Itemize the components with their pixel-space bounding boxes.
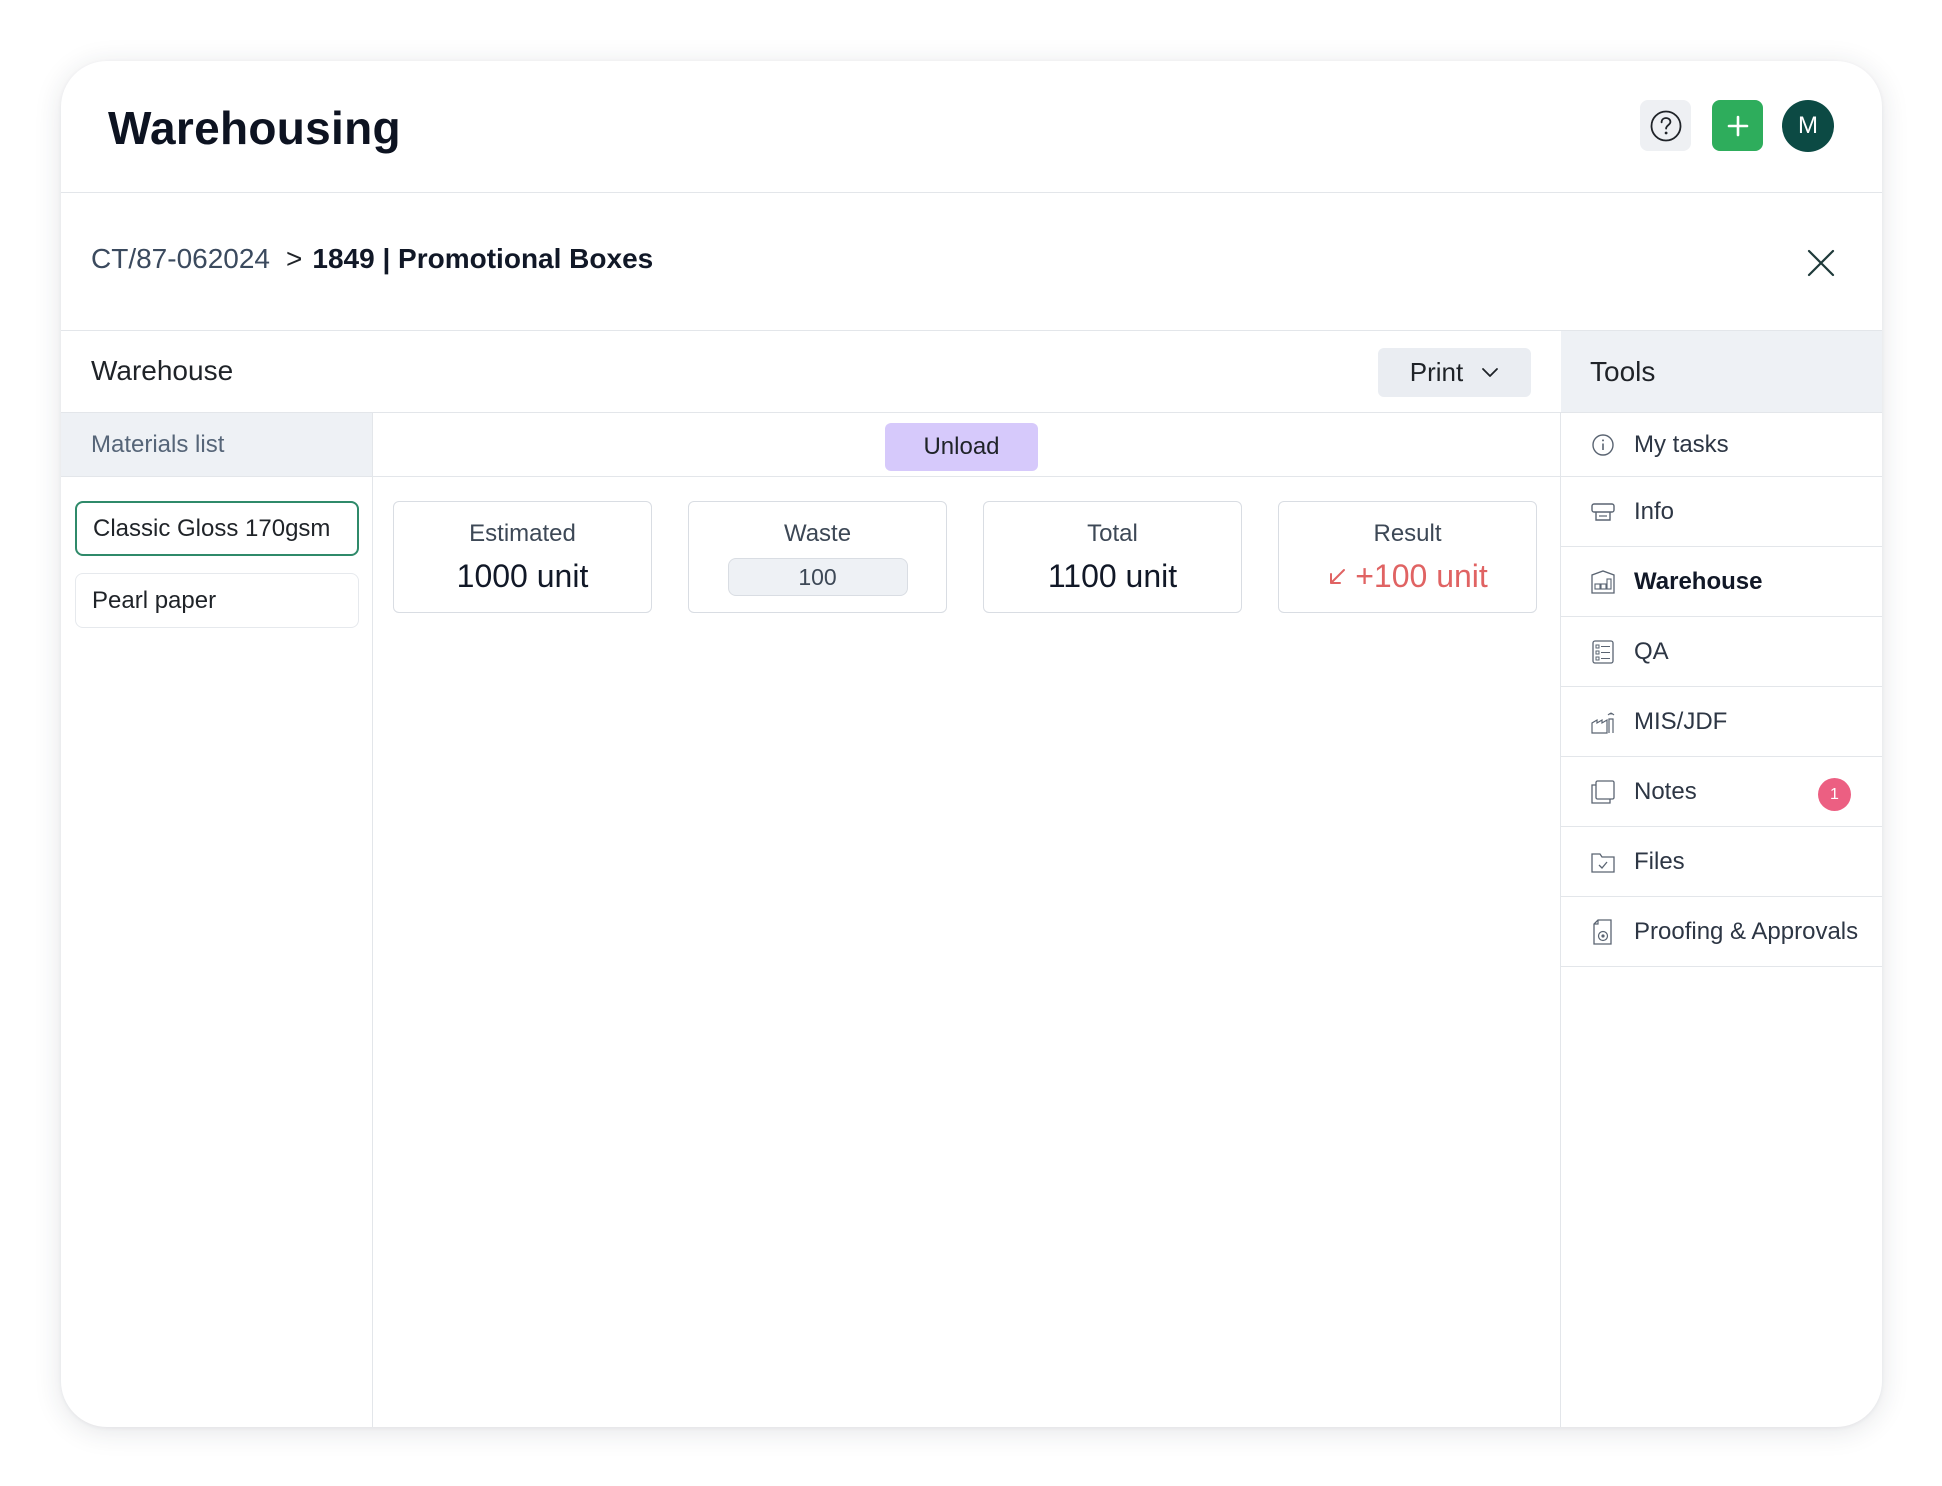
breadcrumb-row: CT/87-062024 > 1849 | Promotional Boxes (61, 193, 1882, 331)
waste-input[interactable]: 100 (727, 558, 908, 596)
tool-item-notes[interactable]: Notes 1 (1561, 757, 1882, 827)
estimated-card: Estimated 1000 unit (393, 501, 652, 613)
breadcrumb-parent-link[interactable]: CT/87-062024 (91, 243, 270, 275)
plus-icon (1727, 115, 1748, 136)
result-card: Result +100 unit (1278, 501, 1537, 613)
factory-icon (1590, 709, 1616, 735)
notes-icon (1590, 779, 1616, 805)
action-bar: Unload (373, 413, 1560, 477)
close-button[interactable] (1803, 245, 1839, 281)
tools-title: Tools (1561, 331, 1882, 413)
tool-item-my-tasks[interactable]: My tasks (1561, 413, 1882, 477)
breadcrumb-separator: > (286, 243, 303, 274)
tool-item-label: My tasks (1634, 430, 1729, 458)
notes-count-badge: 1 (1818, 778, 1851, 811)
info-icon (1590, 432, 1616, 458)
estimated-label: Estimated (469, 520, 576, 547)
tool-item-label: QA (1634, 637, 1669, 665)
print-label: Print (1409, 357, 1464, 387)
printer-icon (1590, 499, 1616, 525)
print-dropdown-button[interactable]: Print (1378, 348, 1531, 397)
waste-card: Waste 100 (688, 501, 947, 613)
result-value-row: +100 unit (1279, 558, 1536, 595)
material-item-pearl-paper[interactable]: Pearl paper (75, 573, 359, 628)
tool-item-qa[interactable]: QA (1561, 617, 1882, 687)
add-button[interactable] (1712, 100, 1763, 151)
user-avatar[interactable]: M (1782, 100, 1834, 152)
materials-list-header: Materials list (61, 413, 372, 477)
tool-item-label: MIS/JDF (1634, 707, 1728, 735)
tool-item-files[interactable]: Files (1561, 827, 1882, 897)
tool-item-warehouse[interactable]: Warehouse (1561, 547, 1882, 617)
total-value: 1100 unit (1047, 558, 1178, 594)
warehouse-panel-header: Warehouse Print (61, 331, 1561, 413)
close-icon (1807, 249, 1835, 277)
tool-item-label: Info (1634, 497, 1675, 525)
tool-item-label: Notes (1634, 777, 1697, 805)
materials-column: Materials list Classic Gloss 170gsm Pear… (61, 413, 373, 1427)
top-header: Warehousing M (61, 61, 1882, 193)
app-window: Warehousing M CT/87-062024 > 1849 | Prom… (61, 61, 1882, 1427)
tool-item-label: Proofing & Approvals (1634, 917, 1859, 945)
breadcrumb: CT/87-062024 > 1849 | Promotional Boxes (91, 243, 653, 275)
help-button[interactable] (1640, 100, 1691, 151)
warehouse-icon (1590, 569, 1616, 595)
chevron-down-icon (1482, 367, 1499, 377)
arrow-down-left-icon (1330, 568, 1346, 584)
estimated-value: 1000 unit (456, 558, 589, 594)
total-card: Total 1100 unit (983, 501, 1242, 613)
tool-item-mis-jdf[interactable]: MIS/JDF (1561, 687, 1882, 757)
tool-item-label: Files (1634, 847, 1685, 875)
material-item-classic-gloss[interactable]: Classic Gloss 170gsm (75, 501, 359, 556)
page-title: Warehousing (108, 102, 401, 154)
checklist-icon (1590, 639, 1616, 665)
tool-item-proofing-approvals[interactable]: Proofing & Approvals (1561, 897, 1882, 967)
result-label: Result (1373, 520, 1442, 547)
unload-button[interactable]: Unload (885, 423, 1038, 471)
warehouse-panel-title: Warehouse (91, 355, 234, 386)
total-label: Total (1087, 520, 1138, 547)
breadcrumb-current: 1849 | Promotional Boxes (312, 243, 654, 274)
waste-label: Waste (783, 520, 852, 547)
result-value: +100 unit (1355, 558, 1488, 594)
warehouse-main: Unload Estimated 1000 unit Waste 100 Tot… (373, 413, 1561, 1427)
tool-item-info[interactable]: Info (1561, 477, 1882, 547)
tool-item-label: Warehouse (1634, 567, 1763, 595)
proof-document-icon (1590, 918, 1616, 945)
tools-sidebar: Tools My tasks Info Warehouse QA MIS/JDF… (1561, 331, 1882, 1427)
help-circle-icon (1650, 110, 1681, 141)
folder-check-icon (1590, 849, 1616, 875)
